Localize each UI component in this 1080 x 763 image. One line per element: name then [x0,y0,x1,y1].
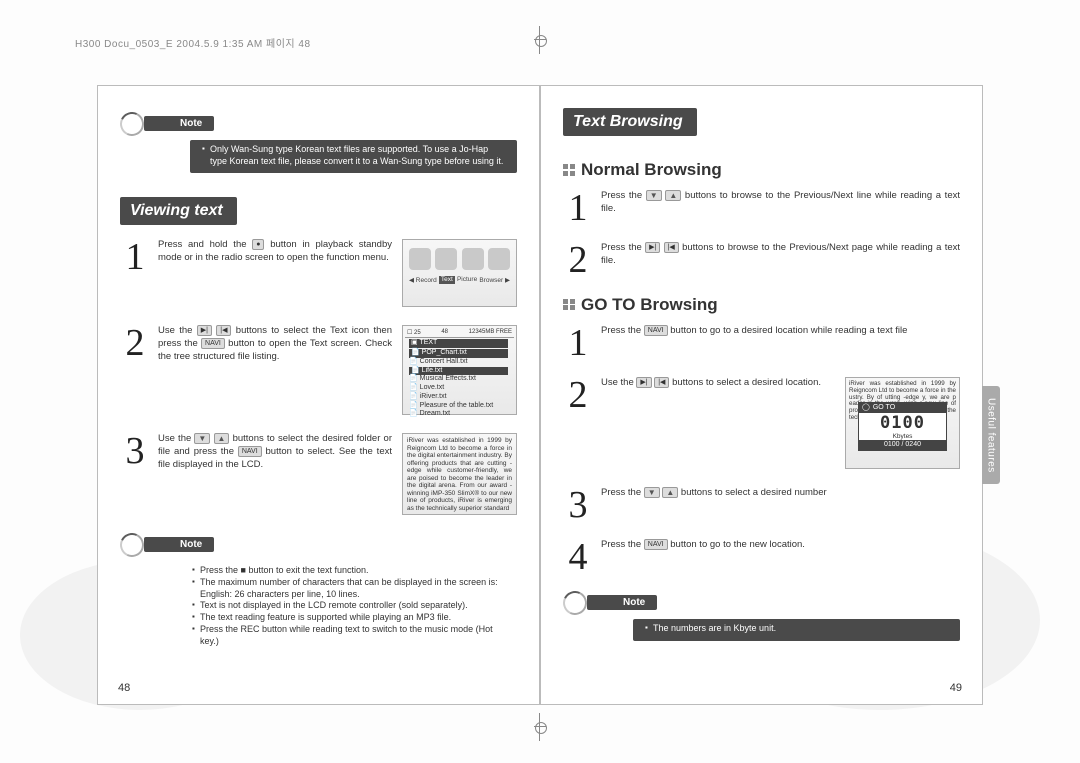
step-text: Use the ▶| |◀ buttons to select a desire… [601,377,835,390]
registration-mark [532,32,548,48]
goto-step-3: 3 Press the ▼ ▲ buttons to select a desi… [565,487,960,521]
goto-step-1: 1 Press the NAVI button to go to a desir… [565,325,960,359]
note-item: The numbers are in Kbyte unit. [647,623,950,635]
play-button-icon: ● [252,239,264,250]
up-icon: ▲ [214,433,230,444]
sub-heading-normal-browsing: Normal Browsing [563,160,960,180]
note-item: The maximum number of characters that ca… [194,577,507,600]
text-viewer-illustration: iRiver was established in 1999 by Reignc… [402,433,517,515]
page-49: Text Browsing Normal Browsing 1 Press th… [540,85,983,705]
section-heading: Viewing text [120,197,237,225]
down-icon: ▼ [194,433,210,444]
step-1: 1 Press and hold the ● button in playbac… [122,239,517,307]
goto-illustration: iRiver was established in 1999 by Reignc… [845,377,960,469]
navi-button-icon: NAVI [644,325,668,336]
note-item: Press the ■ button to exit the text func… [194,565,507,577]
note-box: Note Press the ■ button to exit the text… [120,533,517,653]
note-box: Note Only Wan-Sung type Korean text file… [120,112,517,173]
step-text: Press and hold the ● button in playback … [158,239,392,265]
note-title: Note [587,595,657,610]
next-icon: ▶| [197,325,212,336]
section-heading: Text Browsing [563,108,697,136]
swirl-icon [117,530,148,561]
registration-mark [532,719,548,735]
page-number: 48 [118,682,130,694]
goto-ratio: 0100 / 0240 [859,440,946,450]
note-content: The numbers are in Kbyte unit. [633,619,960,641]
down-icon: ▼ [644,487,660,498]
swirl-icon [560,588,591,619]
step-text: Press the ▼ ▲ buttons to select a desire… [601,487,960,500]
note-item: Text is not displayed in the LCD remote … [194,600,507,612]
step-number: 1 [565,327,591,359]
next-icon: ▶| [645,242,660,253]
step-text: Use the ▶| |◀ buttons to select the Text… [158,325,392,363]
step-number: 4 [565,541,591,573]
dots-icon [563,164,575,176]
page-number: 49 [950,682,962,694]
navi-button-icon: NAVI [644,539,668,550]
goto-step-2: 2 Use the ▶| |◀ buttons to select a desi… [565,377,960,469]
up-icon: ▲ [662,487,678,498]
prev-icon: |◀ [216,325,231,336]
function-menu-illustration: ◀ Record Text Picture Browser ▶ [402,239,517,307]
step-text: Press the ▶| |◀ buttons to browse to the… [601,242,960,268]
step-number: 1 [565,192,591,224]
record-dot-icon: ◯ [862,404,870,412]
navi-button-icon: NAVI [238,446,262,457]
note-item: The text reading feature is supported wh… [194,612,507,624]
up-icon: ▲ [665,190,681,201]
step-3: 3 Use the ▼ ▲ buttons to select the desi… [122,433,517,515]
step-2: 2 Use the ▶| |◀ buttons to select the Te… [122,325,517,415]
goto-popup: ◯GO TO 0100 Kbytes 0100 / 0240 [858,402,947,451]
prev-icon: |◀ [654,377,669,388]
step-text: Press the ▼ ▲ buttons to browse to the P… [601,190,960,216]
file-list-illustration: ☐ 254812345MB FREE ▣ TEXT 📄 POP_Chart.tx… [402,325,517,415]
dots-icon [563,299,575,311]
note-title: Note [144,116,214,131]
note-box: Note The numbers are in Kbyte unit. [563,591,960,641]
navi-button-icon: NAVI [201,338,225,349]
step-text: Press the NAVI button to go to the new l… [601,539,960,552]
step-number: 1 [122,241,148,273]
swirl-icon [117,109,148,140]
goto-value: 0100 [859,413,946,434]
side-tab-useful-features: Useful features [982,386,1000,484]
goto-step-4: 4 Press the NAVI button to go to the new… [565,539,960,573]
goto-unit: Kbytes [859,433,946,440]
step-number: 3 [122,435,148,467]
step-number: 2 [565,379,591,411]
sub-heading-goto-browsing: GO TO Browsing [563,295,960,315]
note-title: Note [144,537,214,552]
normal-step-2: 2 Press the ▶| |◀ buttons to browse to t… [565,242,960,276]
note-content: Only Wan-Sung type Korean text files are… [190,140,517,173]
normal-step-1: 1 Press the ▼ ▲ buttons to browse to the… [565,190,960,224]
note-item: Press the REC button while reading text … [194,624,507,647]
print-header: H300 Docu_0503_E 2004.5.9 1:35 AM 페이지 48 [75,35,311,50]
note-content: Press the ■ button to exit the text func… [180,561,517,653]
step-number: 3 [565,489,591,521]
step-number: 2 [565,244,591,276]
page-48: Note Only Wan-Sung type Korean text file… [97,85,540,705]
prev-icon: |◀ [664,242,679,253]
next-icon: ▶| [636,377,651,388]
down-icon: ▼ [646,190,662,201]
step-text: Press the NAVI button to go to a desired… [601,325,960,338]
step-text: Use the ▼ ▲ buttons to select the desire… [158,433,392,471]
step-number: 2 [122,327,148,359]
note-item: Only Wan-Sung type Korean text files are… [204,144,507,167]
